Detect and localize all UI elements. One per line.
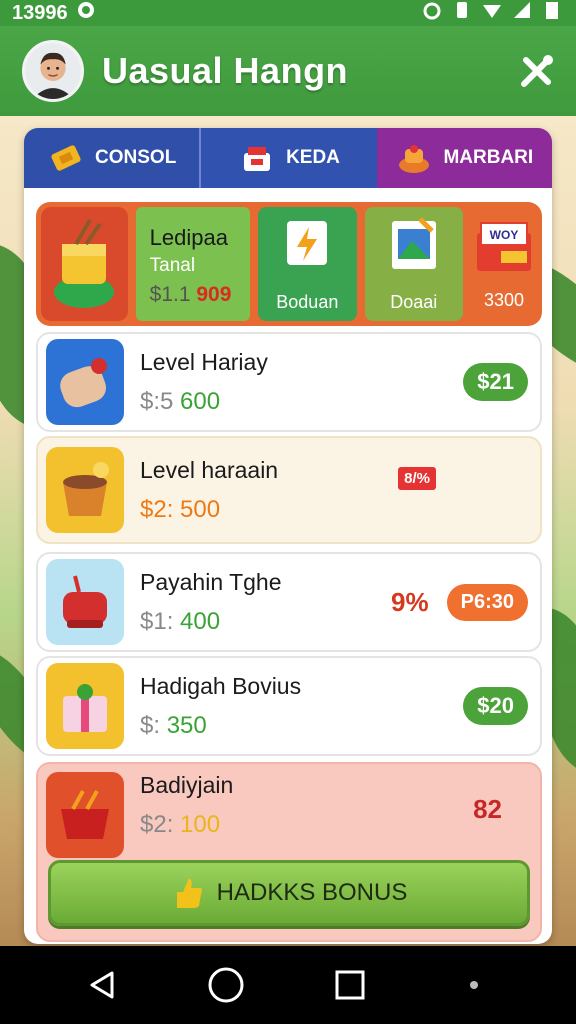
- featured-subtitle: Tanal: [149, 255, 196, 276]
- item-icon: [46, 663, 124, 749]
- status-bar: 13996: [0, 0, 576, 26]
- battery-icon: [542, 0, 562, 26]
- buy-button[interactable]: $20: [463, 687, 528, 725]
- gift-box-icon: [63, 684, 107, 732]
- item-icon: [46, 772, 124, 858]
- avatar[interactable]: [22, 40, 84, 102]
- buy-button[interactable]: P6:30: [446, 583, 528, 621]
- pot-icon: [63, 575, 107, 628]
- item-icon: [46, 339, 124, 425]
- coin-ticket-icon: [51, 145, 81, 171]
- featured-offer[interactable]: Ledipaa Tanal $1.1 909 Boduan Doaai WOY …: [36, 202, 542, 326]
- signal-icon: [512, 0, 532, 26]
- item-price: $:5 600: [140, 387, 221, 415]
- system-nav-bar: [0, 946, 576, 1024]
- item-price: $2: 500: [140, 495, 221, 523]
- store-panel: CONSOL KEDA MARBARI Ledipaa Tanal $1.1 9…: [24, 128, 552, 944]
- vibrate-icon: [452, 0, 472, 26]
- item-name: Hadigah Bovius: [140, 672, 302, 699]
- list-item[interactable]: Hadigah Bovius $: 350 $20: [36, 656, 542, 756]
- can-icon: [60, 358, 107, 408]
- featured-card-doaai[interactable]: Doaai: [364, 207, 464, 321]
- featured-value: 3300: [483, 290, 525, 310]
- featured-last: WOY 3300: [471, 207, 537, 321]
- dot-indicator: [452, 963, 496, 1007]
- tab-marbari[interactable]: MARBARI: [376, 128, 552, 188]
- list-item[interactable]: Badiyjain $2: 100 82 HADKKS BONUS: [36, 762, 542, 942]
- bonus-button[interactable]: HADKKS BONUS: [48, 860, 530, 926]
- item-name: Level Hariay: [140, 348, 268, 375]
- item-name: Level haraain: [140, 456, 279, 483]
- notification-icon: [76, 0, 96, 26]
- picture-icon: [391, 217, 436, 269]
- item-price: $: 350: [140, 711, 207, 739]
- discount-badge: 8/%: [398, 466, 436, 490]
- tab-consol[interactable]: CONSOL: [24, 128, 200, 188]
- back-button[interactable]: [80, 963, 124, 1007]
- lightning-card-icon: [287, 221, 328, 265]
- item-price: $1: 400: [140, 607, 221, 635]
- recents-button[interactable]: [328, 963, 372, 1007]
- item-icon: [46, 447, 124, 533]
- pudding-icon: [399, 145, 430, 173]
- dot-icon: [470, 981, 478, 989]
- home-button[interactable]: [204, 963, 248, 1007]
- basket-icon: [61, 790, 109, 839]
- wifi-icon: [482, 0, 502, 26]
- back-icon: [90, 971, 114, 999]
- tab-keda[interactable]: KEDA: [199, 128, 377, 188]
- app-header: Uasual Hangn: [0, 26, 576, 116]
- item-value: 82: [473, 794, 502, 824]
- featured-price: $1.1 909: [149, 283, 232, 306]
- item-name: Payahin Tghe: [140, 568, 282, 595]
- discount-percent: 9%: [391, 586, 429, 617]
- home-icon: [208, 967, 244, 1003]
- featured-image: [41, 207, 128, 321]
- bucket-icon: [63, 462, 109, 516]
- svg-text:WOY: WOY: [490, 228, 519, 242]
- box-icon: WOY: [477, 222, 532, 271]
- tools-icon: [521, 55, 553, 87]
- category-tabs: CONSOL KEDA MARBARI: [24, 128, 552, 188]
- recents-icon: [335, 970, 365, 1000]
- item-icon: [46, 559, 124, 645]
- page-title: Uasual Hangn: [102, 50, 349, 91]
- featured-card-boduan[interactable]: Boduan: [258, 207, 357, 321]
- gift-bag-icon: [244, 147, 271, 171]
- buy-button[interactable]: $21: [463, 363, 528, 401]
- status-time: 13996: [12, 1, 68, 24]
- alarm-icon: [422, 0, 442, 26]
- cube-icon: [54, 218, 115, 308]
- list-item[interactable]: Level haraain $2: 500 8/%: [36, 436, 542, 544]
- list-item[interactable]: Payahin Tghe $1: 400 9% P6:30: [36, 552, 542, 652]
- tools-button[interactable]: [514, 48, 560, 94]
- thumbs-up-icon: [176, 878, 202, 908]
- featured-name: Ledipaa: [149, 225, 228, 250]
- list-item[interactable]: Level Hariay $:5 600 $21: [36, 332, 542, 432]
- featured-info: Ledipaa Tanal $1.1 909: [135, 207, 251, 321]
